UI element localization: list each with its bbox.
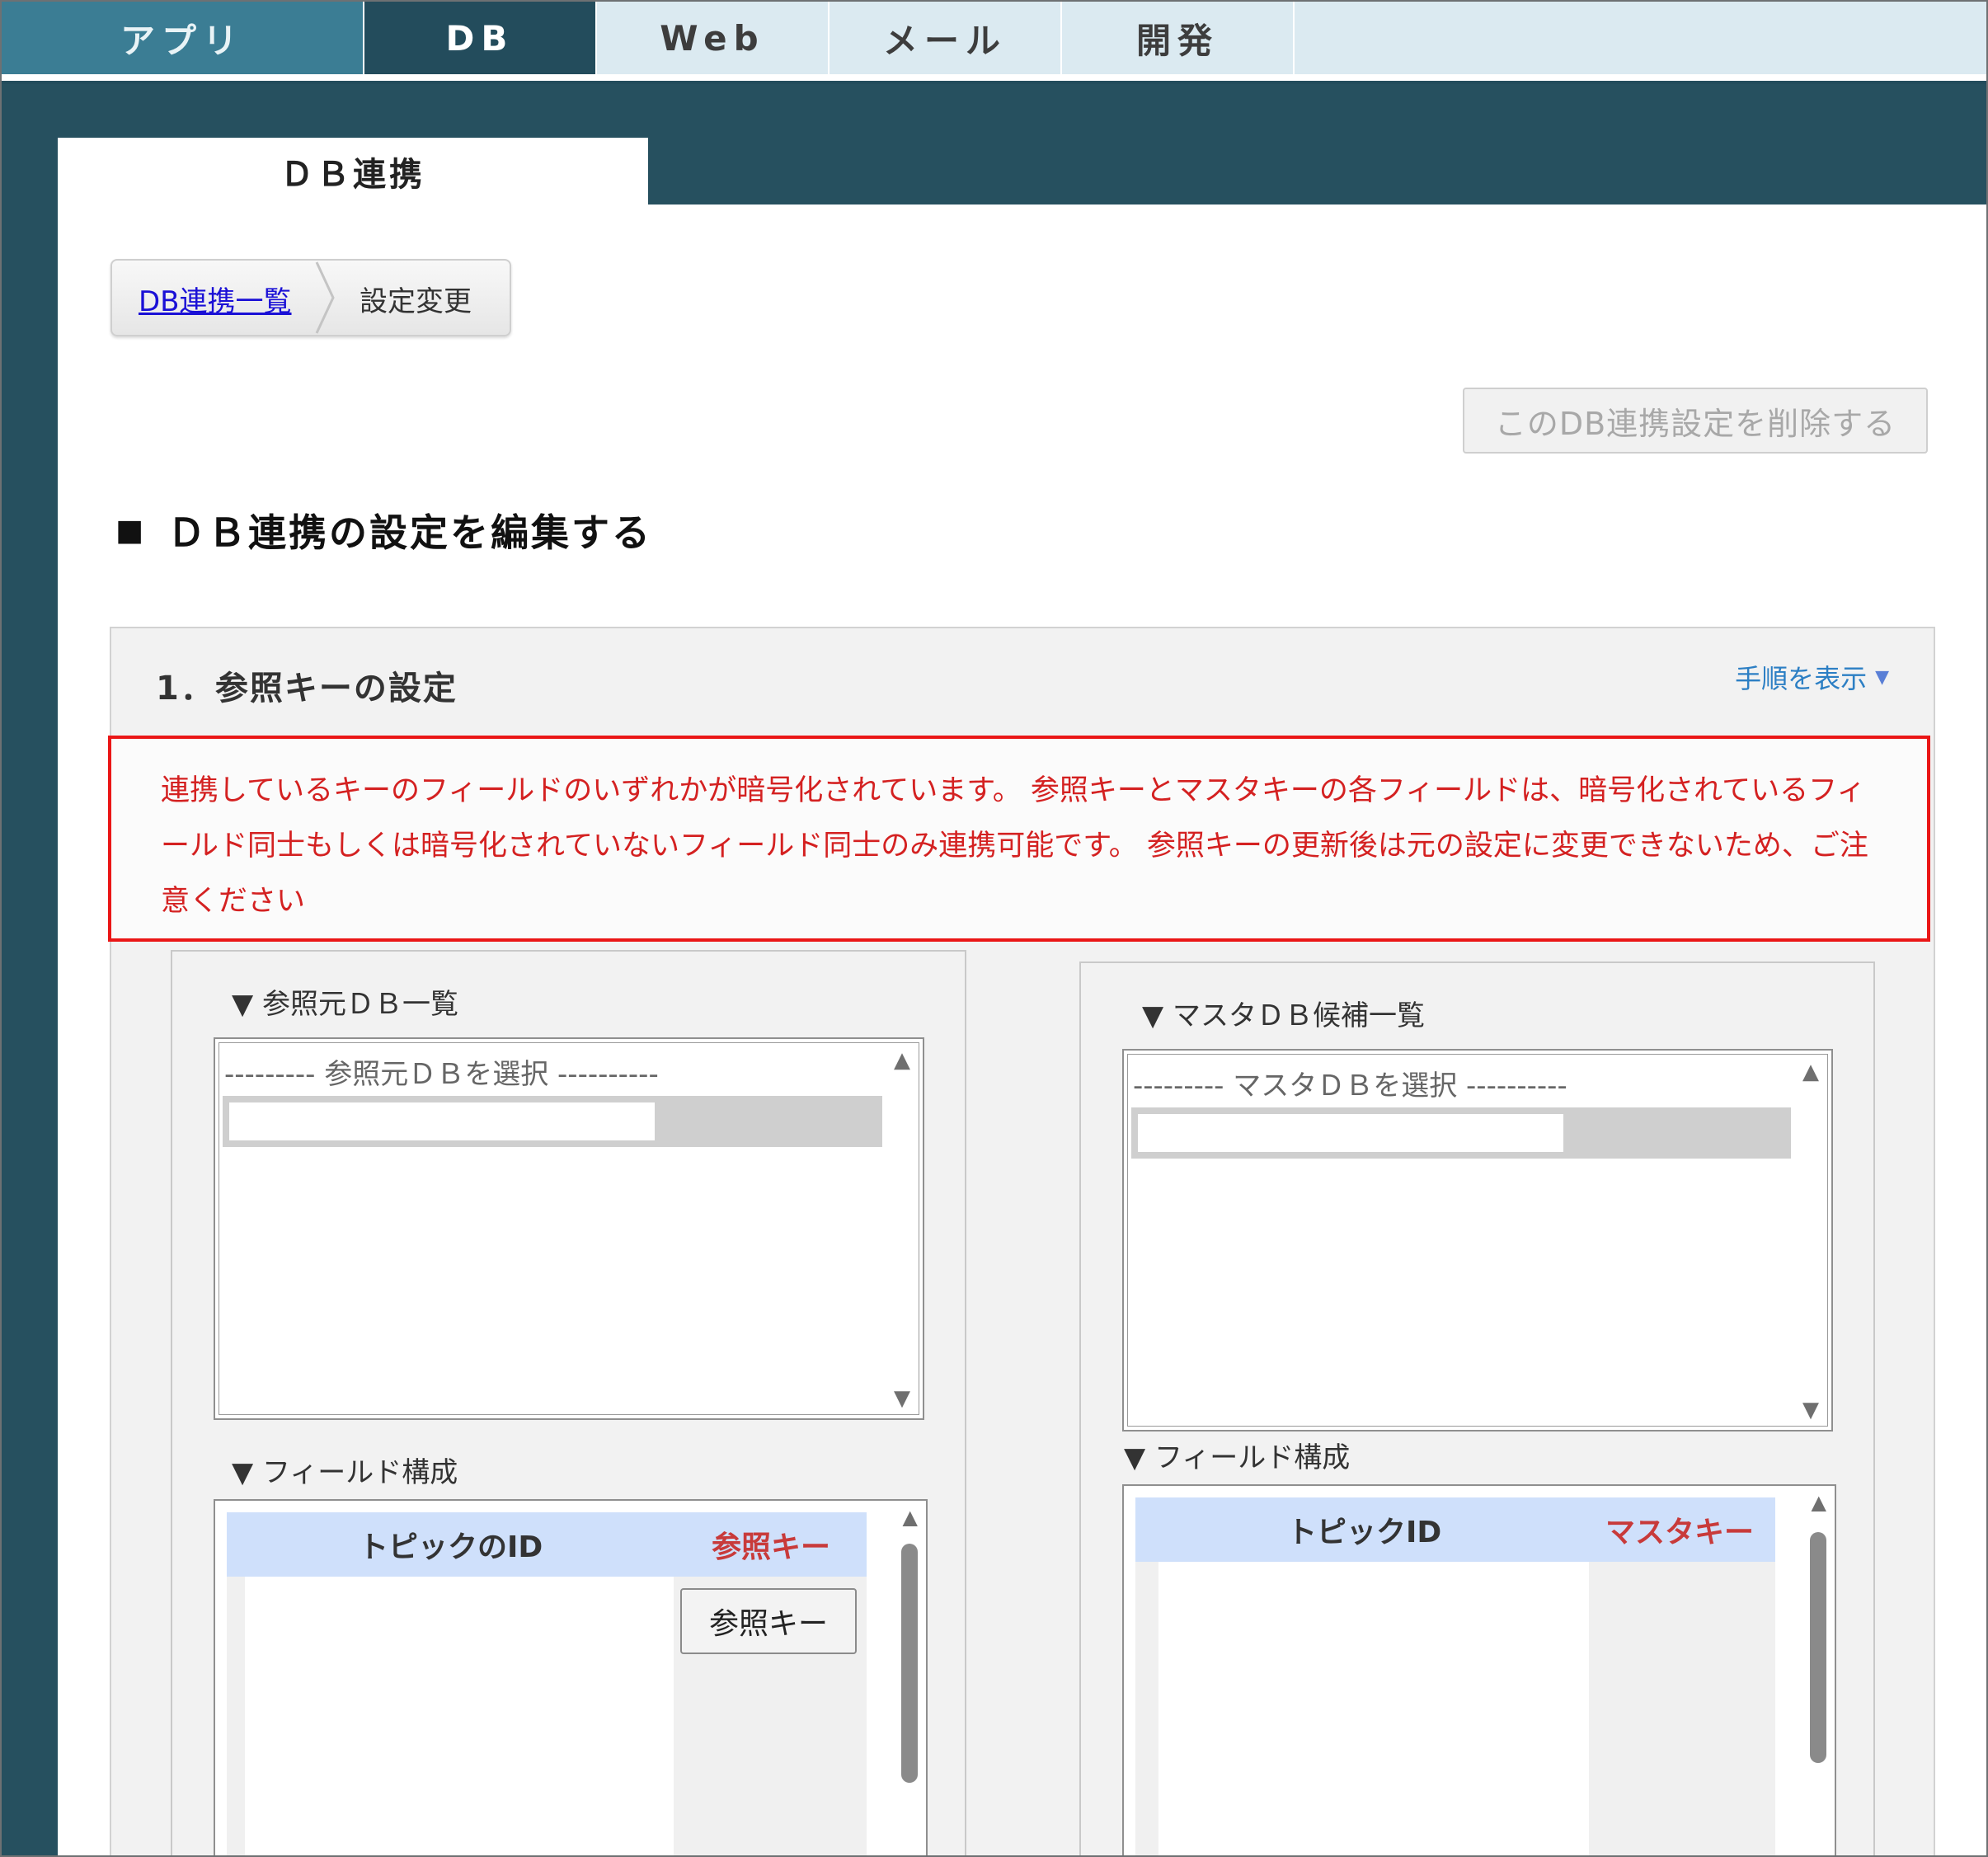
show-steps-link[interactable]: 手順を表示 ▼: [1735, 658, 1889, 696]
master-db-selected-option[interactable]: [1131, 1107, 1791, 1159]
source-field-value-area: [245, 1577, 674, 1855]
app-window: アプリ DB Web メール 開発 ＤＢ連携 DB連携一覧 設定変更 このDB連…: [0, 0, 1988, 1857]
master-db-panel: ▼ マスタＤＢ候補一覧 --------- マスタＤＢを選択 ---------…: [1079, 961, 1875, 1855]
master-db-listbox[interactable]: --------- マスタＤＢを選択 ---------- ▲ ▼: [1122, 1049, 1833, 1432]
top-navigation: アプリ DB Web メール 開発: [2, 2, 1986, 74]
source-db-listbox[interactable]: --------- 参照元ＤＢを選択 ---------- ▲ ▼: [214, 1037, 924, 1420]
field-scrollbar-thumb[interactable]: [1810, 1532, 1826, 1763]
breadcrumb-current: 設定変更: [360, 285, 472, 318]
source-field-structure-title: ▼ フィールド構成: [232, 1456, 458, 1489]
selected-option-name: [1138, 1114, 1563, 1152]
nav-divider-dark: [2, 81, 1986, 84]
tab-web[interactable]: Web: [597, 2, 830, 74]
source-db-panel: ▼ 参照元ＤＢ一覧 --------- 参照元ＤＢを選択 ---------- …: [171, 950, 966, 1855]
master-db-placeholder-option[interactable]: --------- マスタＤＢを選択 ----------: [1133, 1063, 1567, 1103]
field-scroll-up-icon[interactable]: ▲: [903, 1506, 918, 1529]
page-title-text: ＤＢ連携の設定を編集する: [167, 510, 653, 555]
step-title: 1．参照キーの設定: [156, 670, 458, 708]
field-scroll-up-icon[interactable]: ▲: [1812, 1491, 1826, 1514]
field-scrollbar-thumb[interactable]: [901, 1544, 918, 1783]
source-db-selected-option[interactable]: [223, 1096, 882, 1147]
source-field-name: トピックのID: [359, 1530, 543, 1564]
master-db-listbox-inner: --------- マスタＤＢを選択 ---------- ▲ ▼: [1127, 1054, 1828, 1427]
source-field-table: トピックのID 参照キー 参照キー ▲: [214, 1499, 928, 1855]
master-db-list-title: ▼ マスタＤＢ候補一覧: [1142, 999, 1425, 1032]
set-reference-key-button[interactable]: 参照キー: [680, 1588, 857, 1654]
master-field-structure-title: ▼ フィールド構成: [1124, 1441, 1351, 1474]
page-title: ■ ＤＢ連携の設定を編集する: [115, 503, 652, 557]
scroll-down-icon[interactable]: ▼: [1802, 1398, 1819, 1422]
show-steps-label: 手順を表示: [1735, 663, 1868, 694]
tab-app[interactable]: アプリ: [2, 2, 364, 74]
triangle-down-icon: ▼: [1875, 666, 1889, 688]
source-db-placeholder-option[interactable]: --------- 参照元ＤＢを選択 ----------: [224, 1051, 659, 1092]
source-field-header: トピックのID 参照キー: [227, 1512, 867, 1577]
scroll-up-icon[interactable]: ▲: [894, 1048, 910, 1073]
master-field-name: トピックID: [1287, 1516, 1442, 1549]
delete-db-link-button[interactable]: このDB連携設定を削除する: [1463, 388, 1928, 454]
breadcrumb-separator-icon: [315, 261, 335, 334]
source-db-list-title: ▼ 参照元ＤＢ一覧: [232, 988, 458, 1021]
master-field-value-area: [1158, 1562, 1589, 1855]
source-db-listbox-inner: --------- 参照元ＤＢを選択 ---------- ▲ ▼: [219, 1042, 919, 1415]
master-key-label: マスタキー: [1605, 1516, 1755, 1549]
master-field-header: トピックID マスタキー: [1135, 1497, 1775, 1562]
tab-mail[interactable]: メール: [830, 2, 1062, 74]
square-bullet-icon: ■: [115, 513, 147, 548]
breadcrumb: DB連携一覧 設定変更: [110, 259, 511, 336]
nav-divider: [2, 74, 1986, 81]
scroll-up-icon[interactable]: ▲: [1802, 1060, 1819, 1084]
section-tab-db-link[interactable]: ＤＢ連携: [58, 138, 648, 205]
scroll-down-icon[interactable]: ▼: [894, 1386, 910, 1411]
tab-db[interactable]: DB: [364, 2, 597, 74]
breadcrumb-link-db-list[interactable]: DB連携一覧: [139, 279, 292, 319]
tab-dev[interactable]: 開発: [1062, 2, 1295, 74]
main-content: DB連携一覧 設定変更 このDB連携設定を削除する ■ ＤＢ連携の設定を編集する…: [58, 205, 1986, 1855]
encryption-warning: 連携しているキーのフィールドのいずれかが暗号化されています。 参照キーとマスタキ…: [108, 736, 1930, 942]
selected-option-name: [229, 1102, 655, 1140]
step-reference-key-section: 1．参照キーの設定 手順を表示 ▼ 連携しているキーのフィールドのいずれかが暗号…: [108, 627, 1935, 1855]
master-field-table: トピックID マスタキー ▲: [1122, 1484, 1836, 1855]
source-key-label: 参照キー: [712, 1530, 831, 1564]
